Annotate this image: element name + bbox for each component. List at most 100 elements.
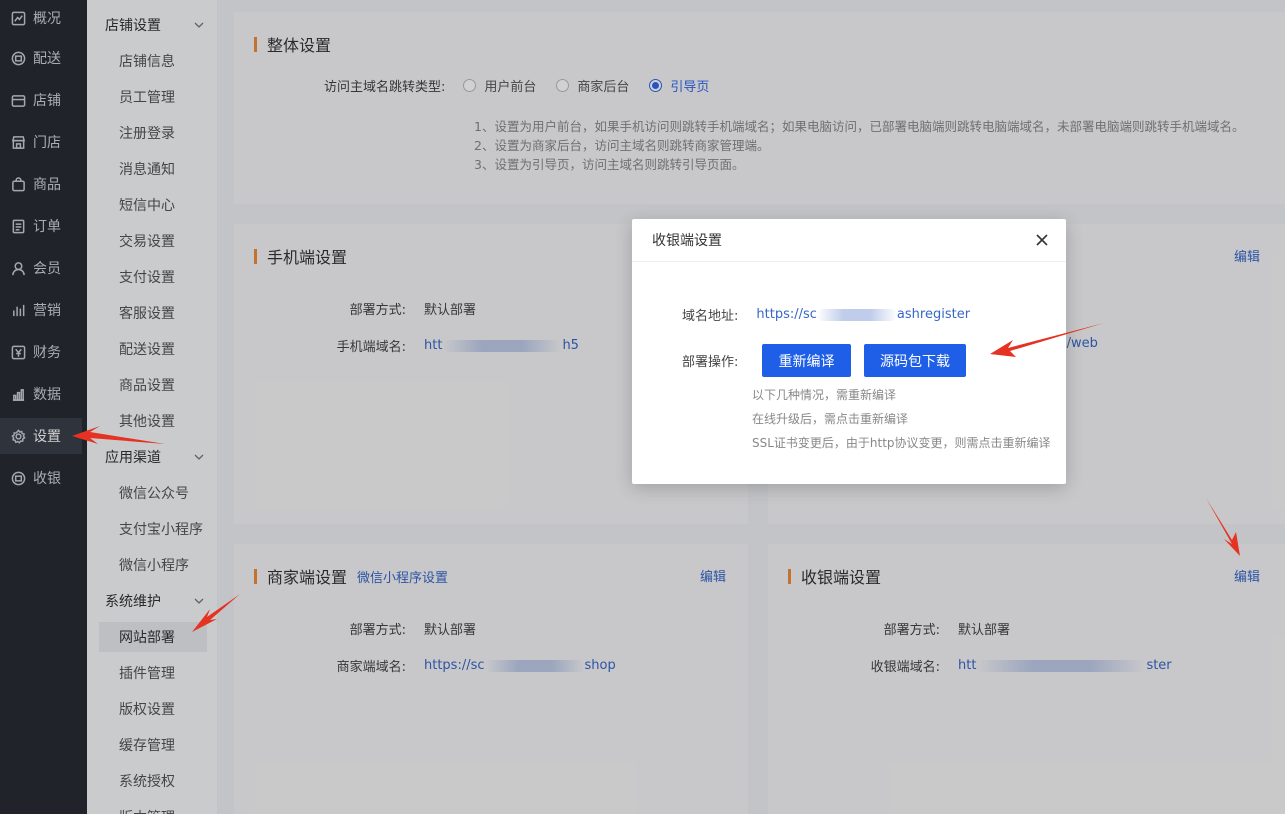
- submenu-item[interactable]: 插件管理: [99, 658, 207, 688]
- pc-edit-link[interactable]: 编辑: [1234, 246, 1260, 265]
- radio-dot: [463, 79, 477, 92]
- user-icon: [9, 259, 27, 277]
- nav-item-data[interactable]: 数据: [0, 376, 82, 412]
- main-nav: 概况 配送 店铺 门店 商品 订单 会员 营销 财务 数据 设置 收银: [0, 0, 87, 814]
- domain-value-end[interactable]: ashregister: [897, 307, 970, 322]
- order-icon: [9, 217, 27, 235]
- finance-icon: [9, 343, 27, 361]
- domain-value-end[interactable]: ster: [1146, 658, 1171, 673]
- submenu-group-system-maintenance[interactable]: 系统维护: [87, 586, 217, 616]
- domain-value-start[interactable]: https://sc: [424, 658, 485, 673]
- radio-guide-page[interactable]: 引导页: [649, 76, 709, 95]
- close-icon[interactable]: [1034, 232, 1050, 248]
- domain-value-start[interactable]: https://sc: [756, 307, 817, 322]
- deploy-label: 部署方式:: [349, 303, 406, 318]
- submenu-item[interactable]: 缓存管理: [99, 730, 207, 760]
- merchant-domain-row: 商家端域名: https://sc shop: [294, 656, 616, 675]
- submenu-item[interactable]: 支付设置: [99, 262, 207, 292]
- submenu-item[interactable]: 店铺信息: [99, 46, 207, 76]
- radio-dot: [649, 79, 663, 92]
- redacted-blur: [484, 659, 585, 672]
- merchant-deploy-row: 部署方式: 默认部署: [294, 619, 476, 638]
- title-accent-bar: [254, 248, 257, 264]
- cashier-edit-link[interactable]: 编辑: [1234, 566, 1260, 585]
- nav-item-store[interactable]: 店铺: [0, 82, 82, 118]
- bag-icon: [9, 175, 27, 193]
- jump-type-label: 访问主域名跳转类型:: [324, 80, 446, 95]
- submenu-item[interactable]: 短信中心: [99, 190, 207, 220]
- nav-item-label: 门店: [33, 135, 61, 151]
- delivery-icon: [9, 49, 27, 67]
- domain-value-start[interactable]: htt: [424, 338, 442, 353]
- nav-item-members[interactable]: 会员: [0, 250, 82, 286]
- nav-item-settings[interactable]: 设置: [0, 418, 82, 454]
- radio-label: 引导页: [670, 80, 710, 95]
- dialog-note: 以下几种情况，需重新编译: [752, 388, 897, 402]
- merchant-edit-link[interactable]: 编辑: [700, 566, 726, 585]
- submenu-item[interactable]: 员工管理: [99, 82, 207, 112]
- store-icon: [9, 91, 27, 109]
- domain-value-start[interactable]: htt: [958, 658, 976, 673]
- wechat-mini-settings-link[interactable]: 微信小程序设置: [357, 567, 448, 586]
- cashier-settings-dialog: 收银端设置 域名地址: https://sc ashregister 部署操作:…: [632, 219, 1066, 484]
- radio-user-front[interactable]: 用户前台: [463, 76, 536, 95]
- chevron-down-icon: [194, 22, 204, 28]
- submenu-item[interactable]: 交易设置: [99, 226, 207, 256]
- submenu-item[interactable]: 消息通知: [99, 154, 207, 184]
- domain-value-end[interactable]: h5: [562, 338, 579, 353]
- deploy-label: 部署方式:: [349, 623, 406, 638]
- radio-label: 用户前台: [484, 80, 537, 95]
- nav-item-label: 设置: [33, 429, 61, 445]
- download-source-button[interactable]: 源码包下载: [864, 344, 966, 377]
- submenu-group-store-settings[interactable]: 店铺设置: [87, 10, 217, 40]
- card-title: 整体设置: [254, 32, 331, 56]
- mobile-domain-row: 手机端域名: htt h5: [294, 336, 579, 355]
- chevron-down-icon: [194, 454, 204, 460]
- card-title: 商家端设置 微信小程序设置: [254, 564, 448, 588]
- nav-item-label: 店铺: [33, 93, 61, 109]
- radio-merchant-admin[interactable]: 商家后台: [556, 76, 629, 95]
- nav-item-cashier[interactable]: 收银: [0, 460, 82, 496]
- deploy-label: 部署方式:: [883, 623, 940, 638]
- nav-item-label: 概况: [33, 11, 61, 27]
- submenu-item[interactable]: 系统授权: [99, 766, 207, 796]
- submenu-item[interactable]: 支付宝小程序: [99, 514, 207, 544]
- dialog-title: 收银端设置: [652, 233, 722, 249]
- submenu-item-site-deploy[interactable]: 网站部署: [99, 622, 207, 652]
- submenu-item[interactable]: 注册登录: [99, 118, 207, 148]
- overall-settings-card: 整体设置 访问主域名跳转类型: 用户前台 商家后台 引导页 1、设置为用户前台，…: [234, 12, 1285, 204]
- mobile-deploy-row: 部署方式: 默认部署: [294, 299, 476, 318]
- submenu-item[interactable]: 微信小程序: [99, 550, 207, 580]
- nav-item-marketing[interactable]: 营销: [0, 292, 82, 328]
- jump-notes: 1、设置为用户前台，如果手机访问则跳转手机端域名；如果电脑访问，已部署电脑端则跳…: [474, 117, 1285, 174]
- nav-item-delivery[interactable]: 配送: [0, 40, 82, 76]
- nav-item-orders[interactable]: 订单: [0, 208, 82, 244]
- submenu-item[interactable]: 配送设置: [99, 334, 207, 364]
- title-accent-bar: [254, 568, 257, 584]
- domain-value-end[interactable]: shop: [585, 658, 616, 673]
- nav-item-label: 财务: [33, 345, 61, 361]
- chevron-down-icon: [194, 598, 204, 604]
- data-icon: [9, 385, 27, 403]
- deploy-value: 默认部署: [958, 623, 1011, 638]
- nav-item-shop[interactable]: 门店: [0, 124, 82, 160]
- note-line: 3、设置为引导页，访问主域名则跳转引导页面。: [474, 157, 745, 172]
- nav-item-label: 会员: [33, 261, 61, 277]
- nav-item-overview[interactable]: 概况: [0, 0, 82, 36]
- submenu-item[interactable]: 微信公众号: [99, 478, 207, 508]
- submenu-item[interactable]: 版本管理: [99, 802, 207, 814]
- nav-item-finance[interactable]: 财务: [0, 334, 82, 370]
- dialog-header: 收银端设置: [632, 219, 1066, 262]
- note-line: 1、设置为用户前台，如果手机访问则跳转手机端域名；如果电脑访问，已部署电脑端则跳…: [474, 119, 1245, 134]
- submenu-item[interactable]: 客服设置: [99, 298, 207, 328]
- submenu-group-app-channels[interactable]: 应用渠道: [87, 442, 217, 472]
- submenu-item[interactable]: 其他设置: [99, 406, 207, 436]
- dialog-note: SSL证书变更后，由于http协议变更，则需点击重新编译: [752, 436, 1051, 450]
- rebuild-button[interactable]: 重新编译: [762, 344, 851, 377]
- nav-item-label: 数据: [33, 387, 61, 403]
- submenu-item[interactable]: 商品设置: [99, 370, 207, 400]
- cashier-deploy-row: 部署方式: 默认部署: [828, 619, 1010, 638]
- dialog-domain-row: 域名地址: https://sc ashregister: [682, 305, 970, 324]
- submenu-item[interactable]: 版权设置: [99, 694, 207, 724]
- nav-item-goods[interactable]: 商品: [0, 166, 82, 202]
